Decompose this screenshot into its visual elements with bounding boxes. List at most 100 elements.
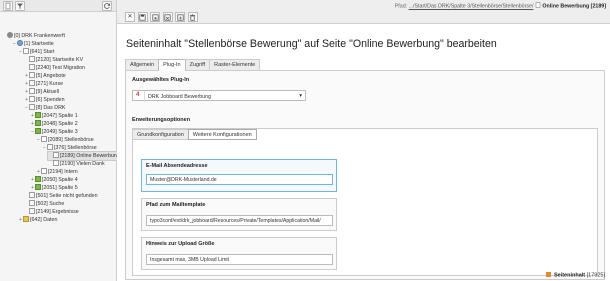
- plugin-section-label: Ausgewähltes Plug-In: [132, 77, 190, 83]
- save-view-button[interactable]: [150, 12, 161, 22]
- upload-hint-field-group: Hinweis zur Upload Größe Insgesamt max. …: [141, 237, 337, 270]
- tree-toolbar: [0, 0, 116, 12]
- tree-node[interactable]: + [2048] Spalte 2: [30, 120, 78, 128]
- tree-node-label: [2047] Spalte 1: [42, 113, 78, 119]
- tab-raster-elemente[interactable]: Raster-Elemente: [209, 59, 261, 70]
- page-icon: [29, 208, 35, 214]
- page-tree-panel: [0] DRK Frankenwerft − [1] Startseite − [641…: [0, 0, 120, 281]
- tree-node[interactable]: [2149] Ergebnisse: [24, 208, 79, 216]
- tree-node[interactable]: [0] DRK Frankenwerft: [2, 32, 65, 40]
- page-icon: [29, 80, 35, 86]
- page-green-icon: [35, 112, 41, 118]
- tree-node[interactable]: − [641] Start: [18, 48, 54, 56]
- record-info: Seiteninhalt [17925]: [546, 271, 605, 278]
- tree-node-label: [502] Suche: [36, 201, 65, 207]
- new-page-icon: [5, 2, 11, 10]
- filter-button[interactable]: [15, 1, 25, 11]
- tree-node-label: [2048] Spalte 2: [42, 121, 78, 127]
- tree-node[interactable]: − [2049] Spalte 3: [30, 128, 78, 136]
- tree-node-label: [9] Aktuell: [36, 89, 59, 95]
- page-icon: [53, 152, 59, 158]
- tree-node[interactable]: + [6] Spenden: [24, 96, 65, 104]
- tree-node-label: [5] Angebote: [36, 73, 66, 79]
- tree-node[interactable]: − [1] Startseite: [12, 40, 54, 48]
- tab-weitere-konfigurationen[interactable]: Weitere Konfigurationen: [187, 129, 257, 140]
- tree-node[interactable]: − [2089] Stellenbörse: [36, 136, 94, 144]
- plugin-select-value: DRK Jobboard Bewerbung: [148, 93, 212, 100]
- folder-icon: [23, 216, 29, 222]
- tree-node[interactable]: + [5] Angebote: [24, 72, 66, 80]
- tree-node-label: [2051] Spalte 5: [42, 185, 78, 191]
- save-button[interactable]: [137, 12, 148, 22]
- upload-hint-label: Hinweis zur Upload Größe: [146, 241, 215, 247]
- email-field[interactable]: Muster@DRK-Musterland.de: [146, 174, 333, 185]
- tree-node-label: [2189] Online Bewerbung: [60, 153, 120, 159]
- page-green-icon: [35, 184, 41, 190]
- tree-node-label: [6] Spenden: [36, 97, 65, 103]
- plugin-select[interactable]: 4 DRK Jobboard Bewerbung ▾: [132, 90, 306, 102]
- content-element-icon: [546, 271, 552, 277]
- caret-down-icon: ▾: [299, 93, 302, 99]
- save-new-icon: [177, 14, 184, 21]
- tree-node-label: [501] Seite nicht gefunden: [36, 193, 98, 199]
- upload-hint-field[interactable]: Insgesamt max. 3MB Upload Limit: [146, 254, 333, 265]
- plugin-number: 4: [136, 92, 140, 98]
- close-button[interactable]: ✕: [125, 12, 135, 22]
- tree-node[interactable]: − [376] Stellenbörse: [42, 144, 97, 152]
- tree-node-label: [2050] Spalte 4: [42, 177, 78, 183]
- tree-node[interactable]: + [2050] Spalte 4: [30, 176, 78, 184]
- tree-node[interactable]: + [2051] Spalte 5: [30, 184, 78, 192]
- doc-header: Pfad: .../Start/Das DRK/Spalte 3/Stellen…: [117, 0, 610, 24]
- page-green-icon: [35, 128, 41, 134]
- doc-toolbar: ✕: [125, 12, 199, 22]
- tree-node[interactable]: + [642] Daten: [18, 216, 57, 224]
- tree-node[interactable]: + [9] Aktuell: [24, 88, 59, 96]
- new-page-button[interactable]: [3, 1, 13, 11]
- tree-node-label: [271] Kurse: [36, 81, 64, 87]
- tab-plugin[interactable]: Plug-In: [158, 59, 186, 71]
- tab-allgemein[interactable]: Allgemein: [125, 59, 160, 70]
- page-icon: [53, 160, 59, 166]
- page-icon: [29, 88, 35, 94]
- page-icon: [29, 200, 35, 206]
- tree-node[interactable]: [2189] Online Bewerbung: [47, 151, 120, 161]
- page-icon: [47, 144, 53, 150]
- page-icon: [29, 72, 35, 78]
- select-divider: [144, 91, 145, 102]
- tree-node-label: [8] Das DRK: [36, 105, 66, 111]
- save-close-button[interactable]: [162, 12, 173, 22]
- tree-node[interactable]: + [271] Kurse: [24, 80, 63, 88]
- tree-node[interactable]: + [2194] Intern: [36, 168, 78, 176]
- page-icon: [29, 56, 35, 62]
- close-icon: ✕: [127, 14, 133, 20]
- main-content: Seiteninhalt "Stellenbörse Bewerung" auf…: [117, 24, 610, 281]
- delete-button[interactable]: [187, 12, 198, 22]
- tree-node[interactable]: [2120] Startseite KV: [24, 56, 83, 64]
- save-view-icon: [152, 14, 159, 21]
- trash-icon: [190, 14, 196, 21]
- tree-node-label: [2240] Test Migration: [36, 65, 86, 71]
- tree-node[interactable]: + [2047] Spalte 1: [30, 112, 78, 120]
- filter-icon: [17, 3, 23, 9]
- refresh-button[interactable]: [102, 1, 112, 11]
- page-title: Seiteninhalt "Stellenbörse Bewerung" auf…: [126, 38, 497, 50]
- tree-node[interactable]: [502] Suche: [24, 200, 64, 208]
- breadcrumb: Pfad: .../Start/Das DRK/Spalte 3/Stellen…: [395, 2, 606, 10]
- page-icon: [29, 192, 35, 198]
- tree-node[interactable]: [2240] Test Migration: [24, 64, 85, 72]
- globe-icon: [17, 40, 23, 46]
- template-path-field[interactable]: typo3conf/ext/drk_jobboard/Resources/Pri…: [146, 215, 333, 226]
- tree-node[interactable]: [2190] Vielen Dank: [48, 160, 105, 168]
- options-panel: E-Mail Absendeadresse Muster@DRK-Musterl…: [132, 128, 598, 276]
- tab-grundkonfiguration[interactable]: Grundkonfiguration: [132, 129, 189, 140]
- tab-bar: Allgemein Plug-In Zugriff Raster-Elemente: [125, 59, 261, 71]
- save-new-button[interactable]: [175, 12, 186, 22]
- page-icon: [29, 96, 35, 102]
- tab-zugriff[interactable]: Zugriff: [184, 59, 211, 70]
- path-link[interactable]: .../Start/Das DRK/Spalte 3/Stellenbörse/…: [409, 4, 534, 10]
- page-icon: [29, 64, 35, 70]
- current-page: Online Bewerbung [2189]: [542, 3, 606, 10]
- tree-node[interactable]: [501] Seite nicht gefunden: [24, 192, 98, 200]
- tree-node-label: [2120] Startseite KV: [36, 57, 84, 63]
- tree-node[interactable]: − [8] Das DRK: [24, 104, 65, 112]
